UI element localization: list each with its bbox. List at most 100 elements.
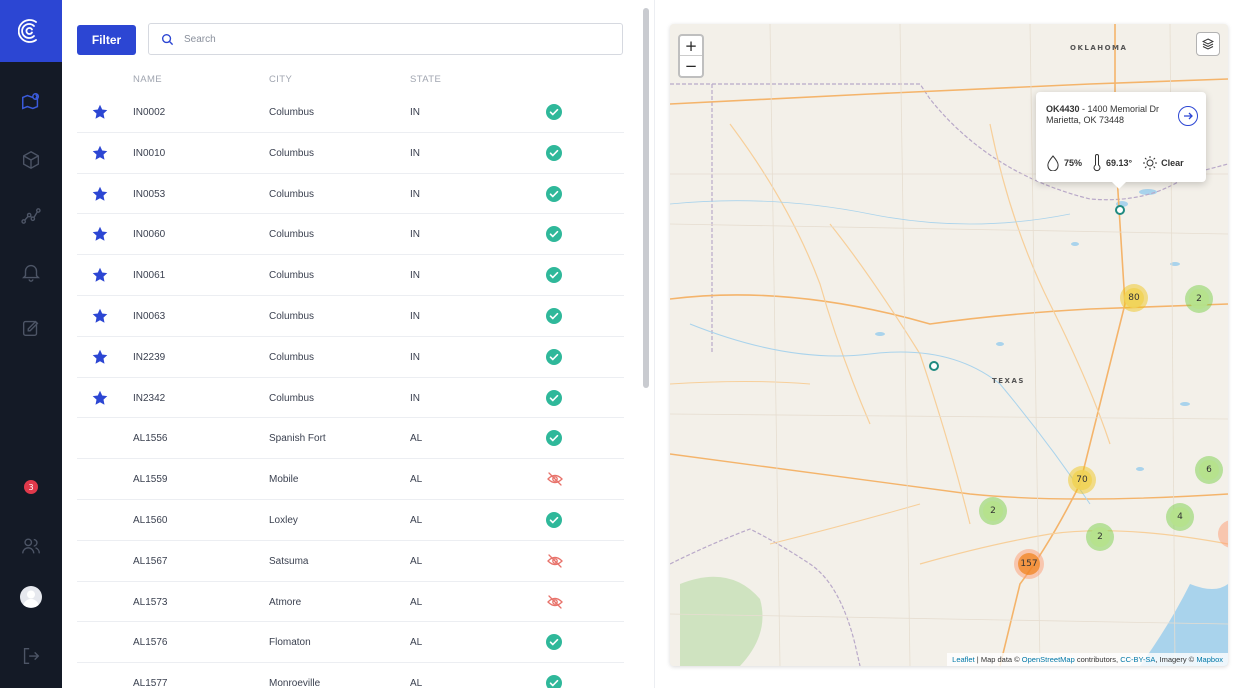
- offline-eye-icon: [546, 594, 563, 610]
- online-check-icon: [546, 675, 562, 688]
- star-icon[interactable]: [92, 267, 108, 283]
- map-pin-icon[interactable]: [17, 88, 45, 116]
- cluster-marker[interactable]: 2: [1086, 523, 1114, 551]
- attribution-text: | Map data ©: [974, 655, 1022, 664]
- table-row[interactable]: IN0060 Columbus IN: [77, 214, 624, 256]
- leaflet-link[interactable]: Leaflet: [952, 655, 975, 664]
- arrow-right-icon: [1184, 112, 1193, 120]
- attribution-text: contributors,: [1074, 655, 1121, 664]
- bell-icon[interactable]: [17, 258, 45, 286]
- online-check-icon: [546, 185, 562, 202]
- table-row[interactable]: IN0063 Columbus IN: [77, 296, 624, 337]
- cell-city: Columbus: [269, 188, 315, 200]
- filter-button[interactable]: Filter: [77, 25, 136, 55]
- star-icon[interactable]: [92, 226, 108, 242]
- column-header-name[interactable]: NAME: [133, 74, 162, 85]
- layers-button[interactable]: [1196, 32, 1220, 56]
- logout-icon[interactable]: [17, 642, 45, 670]
- users-icon[interactable]: [17, 532, 45, 560]
- cell-name: AL1559: [133, 474, 168, 486]
- cluster-marker[interactable]: 2: [979, 497, 1007, 525]
- cell-city: Atmore: [269, 596, 302, 608]
- star-icon[interactable]: [92, 349, 108, 365]
- cluster-marker[interactable]: 4: [1166, 503, 1194, 531]
- column-header-state[interactable]: STATE: [410, 74, 441, 85]
- stations-table: IN0002 Columbus IN IN0010 Columbus IN IN0053 Co…: [77, 92, 624, 688]
- avatar[interactable]: [20, 586, 42, 608]
- table-row[interactable]: IN0053 Columbus IN: [77, 174, 624, 215]
- cell-city: Columbus: [269, 270, 315, 282]
- cell-state: IN: [410, 107, 420, 118]
- temperature-value: 69.13°: [1106, 158, 1133, 168]
- popup-address: OK4430 - 1400 Memorial Dr Marietta, OK 7…: [1046, 104, 1166, 126]
- star-icon[interactable]: [92, 390, 108, 406]
- table-row[interactable]: AL1576 Flomaton AL: [77, 622, 624, 664]
- star-icon[interactable]: [92, 308, 108, 324]
- table-row[interactable]: IN2239 Columbus IN: [77, 337, 624, 378]
- table-row[interactable]: IN0061 Columbus IN: [77, 255, 624, 296]
- cell-city: Columbus: [269, 147, 315, 159]
- cluster-marker[interactable]: 157: [1014, 549, 1044, 579]
- analytics-icon[interactable]: [17, 202, 45, 230]
- cube-icon[interactable]: [17, 146, 45, 174]
- map-view[interactable]: OKLAHOMA TEXAS + − 80 2 70 6 2 4 2 157 O…: [670, 24, 1228, 666]
- cluster-count: 2: [1189, 289, 1209, 309]
- cell-name: AL1567: [133, 555, 168, 567]
- state-label-texas: TEXAS: [992, 377, 1025, 385]
- zoom-in-button[interactable]: +: [680, 36, 702, 56]
- offline-eye-icon: [546, 553, 563, 569]
- online-check-icon: [546, 144, 562, 161]
- cluster-count: 6: [1199, 460, 1219, 480]
- cell-name: IN0002: [133, 107, 166, 118]
- notification-badge[interactable]: 3: [24, 480, 38, 494]
- clipboard-icon[interactable]: [17, 314, 45, 342]
- station-marker-selected[interactable]: [1115, 205, 1125, 215]
- table-row[interactable]: AL1559 Mobile AL: [77, 459, 624, 500]
- table-row[interactable]: AL1560 Loxley AL: [77, 500, 624, 541]
- popup-navigate-button[interactable]: [1178, 106, 1198, 126]
- cluster-marker[interactable]: 80: [1120, 284, 1148, 312]
- star-icon[interactable]: [92, 186, 108, 202]
- cluster-count: 80: [1124, 288, 1144, 308]
- online-check-icon: [546, 511, 562, 528]
- table-row[interactable]: IN0010 Columbus IN: [77, 133, 624, 174]
- cluster-marker[interactable]: 6: [1195, 456, 1223, 484]
- search-field[interactable]: [148, 23, 623, 55]
- table-header: NAME CITY STATE: [0, 74, 640, 86]
- star-icon[interactable]: [92, 145, 108, 161]
- table-row[interactable]: IN2342 Columbus IN: [77, 378, 624, 419]
- humidity-icon: [1047, 155, 1059, 171]
- search-input[interactable]: [184, 33, 584, 45]
- cluster-marker[interactable]: 70: [1068, 466, 1096, 494]
- cell-state: IN: [410, 188, 420, 200]
- attribution-text: , Imagery ©: [1155, 655, 1197, 664]
- table-row[interactable]: AL1556 Spanish Fort AL: [77, 418, 624, 460]
- scrollbar[interactable]: [643, 8, 649, 388]
- mapbox-link[interactable]: Mapbox: [1196, 655, 1223, 664]
- cell-state: IN: [410, 229, 420, 241]
- logo-icon[interactable]: [0, 0, 62, 62]
- table-row[interactable]: AL1577 Monroeville AL: [77, 663, 624, 688]
- cell-city: Flomaton: [269, 637, 311, 649]
- station-marker[interactable]: [929, 361, 939, 371]
- cluster-count: 2: [1090, 527, 1110, 547]
- license-link[interactable]: CC-BY-SA: [1120, 655, 1155, 664]
- osm-link[interactable]: OpenStreetMap: [1022, 655, 1075, 664]
- cell-state: AL: [410, 555, 423, 567]
- table-row[interactable]: AL1573 Atmore AL: [77, 582, 624, 623]
- column-header-city[interactable]: CITY: [269, 74, 292, 85]
- table-row[interactable]: AL1567 Satsuma AL: [77, 541, 624, 582]
- cell-state: IN: [410, 270, 420, 282]
- cell-city: Satsuma: [269, 555, 309, 567]
- online-check-icon: [546, 226, 562, 243]
- cell-city: Columbus: [269, 107, 315, 118]
- online-check-icon: [546, 307, 562, 324]
- table-row[interactable]: IN0002 Columbus IN: [77, 92, 624, 133]
- weather-condition: Clear: [1161, 158, 1184, 168]
- cell-state: IN: [410, 351, 420, 363]
- star-icon[interactable]: [92, 104, 108, 120]
- zoom-out-button[interactable]: −: [680, 56, 702, 76]
- cluster-marker[interactable]: 2: [1185, 285, 1213, 313]
- cell-name: IN2239: [133, 351, 166, 363]
- popup-weather: 75% 69.13° Clear: [1046, 154, 1190, 172]
